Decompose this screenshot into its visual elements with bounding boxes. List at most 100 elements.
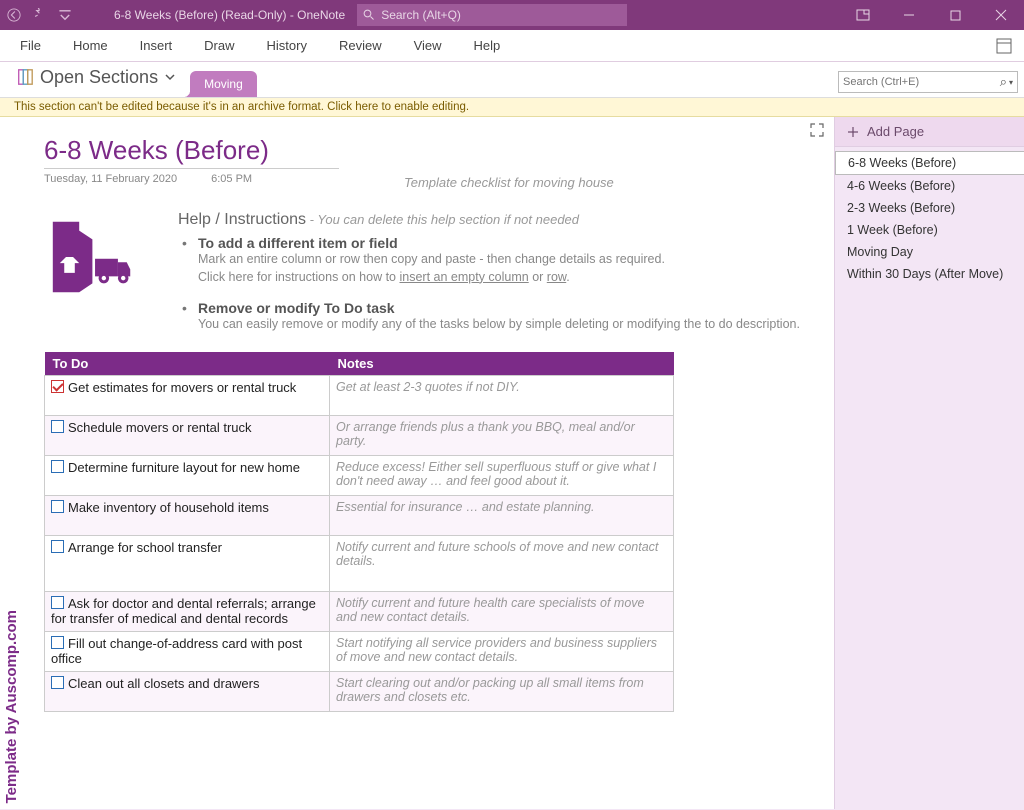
moving-logo-icon — [44, 213, 132, 301]
todo-text: Arrange for school transfer — [68, 540, 222, 555]
note-cell[interactable]: Get at least 2-3 quotes if not DIY. — [330, 375, 674, 415]
page-list-item[interactable]: Moving Day — [835, 241, 1024, 263]
page-search[interactable]: ⌕▾ — [838, 71, 1018, 93]
todo-cell[interactable]: Fill out change-of-address card with pos… — [45, 631, 330, 671]
search-dropdown-icon[interactable]: ▾ — [1009, 78, 1013, 87]
todo-checkbox[interactable] — [51, 420, 64, 433]
todo-checkbox[interactable] — [51, 676, 64, 689]
todo-cell[interactable]: Determine furniture layout for new home — [45, 455, 330, 495]
page-list-item[interactable]: 1 Week (Before) — [835, 219, 1024, 241]
page-canvas[interactable]: 6-8 Weeks (Before) Tuesday, 11 February … — [22, 117, 834, 809]
section-tab-moving[interactable]: Moving — [190, 71, 257, 97]
back-button[interactable] — [0, 0, 28, 30]
readonly-notice: This section can't be edited because it'… — [0, 98, 1024, 117]
page-subtitle: Template checklist for moving house — [404, 175, 614, 190]
page-search-input[interactable] — [843, 76, 998, 88]
todo-text: Make inventory of household items — [68, 500, 269, 515]
note-cell[interactable]: Start clearing out and/or packing up all… — [330, 671, 674, 711]
add-page-label: Add Page — [867, 124, 924, 139]
todo-checkbox[interactable] — [51, 460, 64, 473]
menu-history[interactable]: History — [251, 30, 323, 62]
todo-checkbox[interactable] — [51, 380, 64, 393]
todo-cell[interactable]: Arrange for school transfer — [45, 535, 330, 591]
menubar: FileHomeInsertDrawHistoryReviewViewHelp — [0, 30, 1024, 62]
menu-view[interactable]: View — [398, 30, 458, 62]
page-list-item[interactable]: 6-8 Weeks (Before) — [835, 151, 1024, 175]
todo-cell[interactable]: Ask for doctor and dental referrals; arr… — [45, 591, 330, 631]
help-item-add: To add a different item or field Mark an… — [178, 235, 804, 286]
section-row: Open Sections Moving ⌕▾ — [0, 62, 1024, 98]
todo-text: Schedule movers or rental truck — [68, 420, 252, 435]
todo-text: Get estimates for movers or rental truck — [68, 380, 296, 395]
section-tab-label: Moving — [204, 77, 243, 91]
todo-checkbox[interactable] — [51, 596, 64, 609]
menu-review[interactable]: Review — [323, 30, 398, 62]
table-row: Schedule movers or rental truck Or arrang… — [45, 415, 674, 455]
open-sections-label: Open Sections — [40, 67, 158, 88]
add-page-button[interactable]: Add Page — [835, 117, 1024, 147]
enable-editing-link[interactable]: here to enable editing — [355, 101, 466, 113]
table-row: Arrange for school transfer Notify curren… — [45, 535, 674, 591]
page-list-item[interactable]: 4-6 Weeks (Before) — [835, 175, 1024, 197]
ribbon-display-button[interactable] — [840, 0, 886, 30]
note-cell[interactable]: Or arrange friends plus a thank you BBQ,… — [330, 415, 674, 455]
page-list: 6-8 Weeks (Before)4-6 Weeks (Before)2-3 … — [835, 147, 1024, 285]
todo-cell[interactable]: Get estimates for movers or rental truck — [45, 375, 330, 415]
help-item-remove: Remove or modify To Do task You can easi… — [178, 300, 804, 334]
plus-icon — [847, 126, 859, 138]
note-cell[interactable]: Essential for insurance … and estate pla… — [330, 495, 674, 535]
window-title: 6-8 Weeks (Before) (Read-Only) - OneNote — [114, 8, 345, 22]
col-header-notes: Notes — [330, 352, 674, 376]
page-time: 6:05 PM — [211, 173, 252, 185]
page-panel: Add Page 6-8 Weeks (Before)4-6 Weeks (Be… — [834, 117, 1024, 809]
global-search-placeholder: Search (Alt+Q) — [381, 8, 461, 22]
notebook-icon — [16, 68, 34, 86]
menu-insert[interactable]: Insert — [124, 30, 189, 62]
todo-text: Ask for doctor and dental referrals; arr… — [51, 596, 316, 626]
expand-page-button[interactable] — [810, 123, 824, 142]
table-row: Get estimates for movers or rental truck… — [45, 375, 674, 415]
global-search[interactable]: Search (Alt+Q) — [357, 4, 627, 26]
todo-checkbox[interactable] — [51, 540, 64, 553]
note-cell[interactable]: Reduce excess! Either sell superfluous s… — [330, 455, 674, 495]
todo-checkbox[interactable] — [51, 500, 64, 513]
page-date: Tuesday, 11 February 2020 — [44, 173, 177, 185]
todo-cell[interactable]: Make inventory of household items — [45, 495, 330, 535]
note-cell[interactable]: Notify current and future health care sp… — [330, 591, 674, 631]
titlebar: 6-8 Weeks (Before) (Read-Only) - OneNote… — [0, 0, 1024, 30]
maximize-button[interactable] — [932, 0, 978, 30]
page-list-item[interactable]: Within 30 Days (After Move) — [835, 263, 1024, 285]
page-list-item[interactable]: 2-3 Weeks (Before) — [835, 197, 1024, 219]
note-cell[interactable]: Notify current and future schools of mov… — [330, 535, 674, 591]
table-row: Make inventory of household items Essenti… — [45, 495, 674, 535]
quick-access-dropdown[interactable] — [56, 0, 74, 30]
search-icon — [363, 9, 375, 21]
note-cell[interactable]: Start notifying all service providers an… — [330, 631, 674, 671]
menu-file[interactable]: File — [4, 30, 57, 62]
help-heading: Help / Instructions - You can delete thi… — [178, 211, 804, 229]
menu-home[interactable]: Home — [57, 30, 124, 62]
notice-suffix: . — [466, 101, 469, 113]
page-title[interactable]: 6-8 Weeks (Before) — [44, 135, 339, 169]
todo-cell[interactable]: Schedule movers or rental truck — [45, 415, 330, 455]
menu-help[interactable]: Help — [458, 30, 517, 62]
undo-button[interactable] — [28, 0, 56, 30]
todo-text: Clean out all closets and drawers — [68, 676, 260, 691]
search-icon: ⌕ — [998, 74, 1009, 90]
table-row: Ask for doctor and dental referrals; arr… — [45, 591, 674, 631]
table-row: Determine furniture layout for new home R… — [45, 455, 674, 495]
menu-draw[interactable]: Draw — [188, 30, 250, 62]
minimize-button[interactable] — [886, 0, 932, 30]
todo-text: Determine furniture layout for new home — [68, 460, 300, 475]
table-row: Clean out all closets and drawers Start c… — [45, 671, 674, 711]
main: Template by Auscomp.com 6-8 Weeks (Befor… — [0, 117, 1024, 809]
close-button[interactable] — [978, 0, 1024, 30]
todo-text: Fill out change-of-address card with pos… — [51, 636, 302, 666]
notice-prefix: This section can't be edited because it'… — [14, 101, 355, 113]
todo-cell[interactable]: Clean out all closets and drawers — [45, 671, 330, 711]
col-header-todo: To Do — [45, 352, 330, 376]
fullpage-view-button[interactable] — [988, 30, 1020, 62]
open-sections-dropdown[interactable]: Open Sections — [16, 61, 176, 97]
todo-checkbox[interactable] — [51, 636, 64, 649]
template-credit: Template by Auscomp.com — [0, 117, 22, 809]
